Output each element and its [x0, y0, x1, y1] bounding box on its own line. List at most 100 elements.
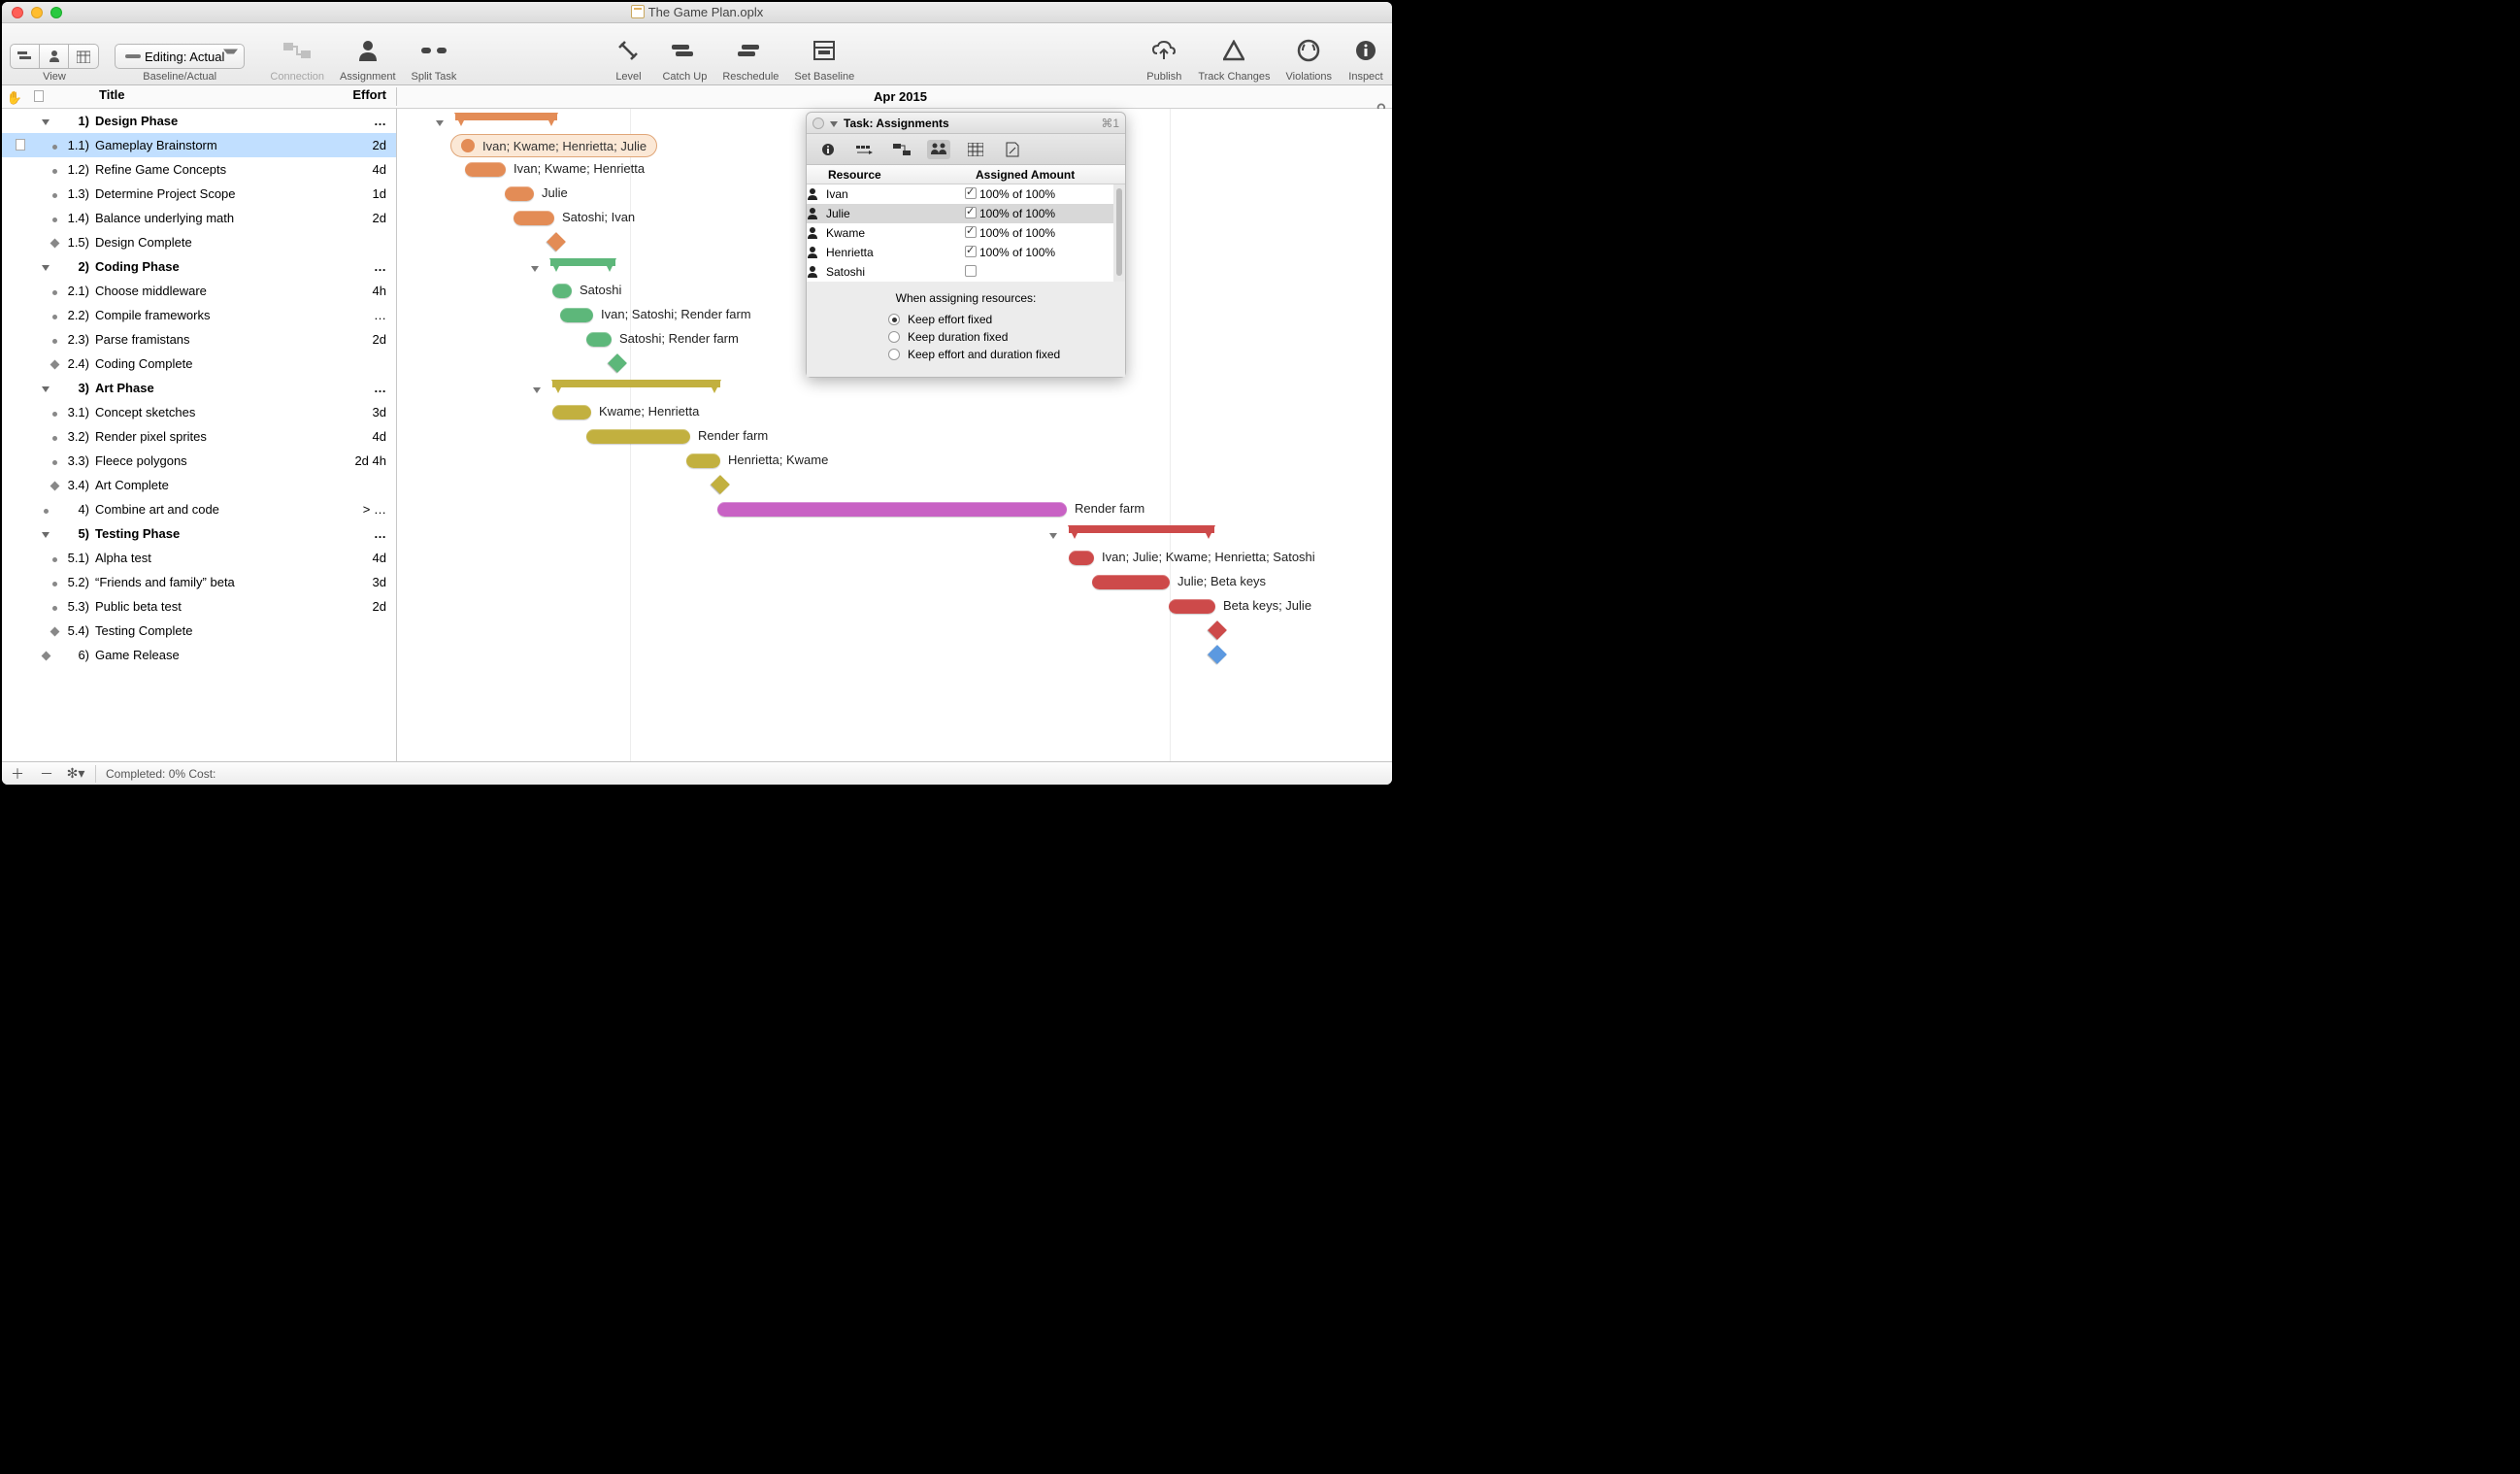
disclosure-icon[interactable] [33, 332, 58, 347]
task-title[interactable]: Combine art and code [95, 502, 346, 517]
task-row[interactable]: 2.2)Compile frameworks… [2, 303, 396, 327]
disclosure-icon[interactable] [33, 211, 58, 225]
task-row[interactable]: 5.4)Testing Complete [2, 619, 396, 643]
level-button[interactable]: Level [610, 32, 647, 83]
task-title[interactable]: Game Release [95, 648, 346, 662]
task-effort[interactable]: 3d [346, 405, 396, 419]
task-row[interactable]: 5.1)Alpha test4d [2, 546, 396, 570]
hand-column-icon[interactable]: ✋ [2, 87, 27, 106]
inspector-resource-row[interactable]: Julie100% of 100% [807, 204, 1113, 223]
inspector-resource-row[interactable]: Satoshi [807, 262, 1113, 282]
gantt-bar[interactable] [686, 453, 720, 468]
resource-checkbox[interactable] [962, 246, 979, 260]
inspector-opt-duration[interactable]: Keep duration fixed [820, 328, 1111, 346]
task-title[interactable]: Compile frameworks [95, 308, 346, 322]
task-effort[interactable]: 4d [346, 551, 396, 565]
inspector-col-resource[interactable]: Resource [807, 168, 962, 182]
task-effort[interactable]: … [346, 381, 396, 395]
task-effort[interactable]: 2d [346, 599, 396, 614]
connection-button[interactable]: Connection [270, 32, 324, 83]
task-title[interactable]: Fleece polygons [95, 453, 346, 468]
remove-button[interactable]: － [37, 765, 56, 783]
disclosure-icon[interactable] [33, 284, 58, 298]
gantt-bar[interactable] [552, 284, 572, 298]
task-title[interactable]: Concept sketches [95, 405, 346, 419]
task-row[interactable]: 3.1)Concept sketches3d [2, 400, 396, 424]
disclosure-icon[interactable] [33, 526, 58, 541]
task-row[interactable]: 5)Testing Phase… [2, 521, 396, 546]
gantt-bar[interactable] [514, 211, 554, 225]
disclosure-icon[interactable] [33, 162, 58, 177]
disclosure-icon[interactable] [33, 356, 58, 371]
inspector-col-amount[interactable]: Assigned Amount [962, 168, 1125, 182]
task-row[interactable]: 2)Coding Phase… [2, 254, 396, 279]
disclosure-icon[interactable] [33, 599, 58, 614]
task-row[interactable]: 1.5)Design Complete [2, 230, 396, 254]
gantt-bar[interactable] [1169, 599, 1215, 614]
radio-icon[interactable] [888, 314, 900, 325]
task-effort[interactable]: > … [346, 502, 396, 517]
disclosure-icon[interactable] [33, 551, 58, 565]
gantt-bar[interactable] [586, 429, 690, 444]
inspector-resource-row[interactable]: Henrietta100% of 100% [807, 243, 1113, 262]
task-title[interactable]: Refine Game Concepts [95, 162, 346, 177]
task-effort[interactable]: 2d 4h [346, 453, 396, 468]
inspector-resource-row[interactable]: Kwame100% of 100% [807, 223, 1113, 243]
task-row[interactable]: 1)Design Phase… [2, 109, 396, 133]
task-row[interactable]: 1.4)Balance underlying math2d [2, 206, 396, 230]
task-title[interactable]: Determine Project Scope [95, 186, 346, 201]
disclosure-icon[interactable] [33, 648, 58, 662]
inspector-tab-assignments-icon[interactable] [927, 140, 950, 159]
task-title[interactable]: Coding Phase [95, 259, 346, 274]
gantt-bar[interactable] [465, 162, 506, 177]
assignment-button[interactable]: Assignment [340, 32, 395, 83]
effort-column[interactable]: Effort [324, 87, 396, 106]
task-row[interactable]: 6)Game Release [2, 643, 396, 667]
view-gantt-icon[interactable] [11, 45, 40, 68]
task-row[interactable]: 5.2)“Friends and family” beta3d [2, 570, 396, 594]
disclosure-icon[interactable] [33, 453, 58, 468]
task-title[interactable]: Render pixel sprites [95, 429, 346, 444]
set-baseline-button[interactable]: Set Baseline [794, 32, 854, 83]
task-title[interactable]: Testing Complete [95, 623, 346, 638]
task-title[interactable]: Art Complete [95, 478, 346, 492]
task-row[interactable]: 3.4)Art Complete [2, 473, 396, 497]
task-effort[interactable]: 4d [346, 429, 396, 444]
gantt-group-disclosure[interactable] [1049, 527, 1057, 542]
inspector-close-icon[interactable] [812, 117, 824, 129]
gantt-bar[interactable] [1069, 551, 1094, 565]
task-row[interactable]: 4)Combine art and code> … [2, 497, 396, 521]
task-title[interactable]: Public beta test [95, 599, 346, 614]
radio-icon[interactable] [888, 331, 900, 343]
disclosure-icon[interactable] [33, 381, 58, 395]
task-row[interactable]: 2.4)Coding Complete [2, 352, 396, 376]
disclosure-icon[interactable] [33, 259, 58, 274]
disclosure-icon[interactable] [33, 575, 58, 589]
task-effort[interactable]: … [346, 526, 396, 541]
gantt-group-disclosure[interactable] [531, 260, 539, 275]
task-title[interactable]: Parse framistans [95, 332, 346, 347]
gantt-bar[interactable] [717, 502, 1067, 517]
gantt-group-bar[interactable] [455, 113, 557, 126]
task-row[interactable]: 2.3)Parse framistans2d [2, 327, 396, 352]
resource-checkbox[interactable] [962, 265, 979, 280]
task-effort[interactable]: 3d [346, 575, 396, 589]
disclosure-icon[interactable] [33, 308, 58, 322]
task-effort[interactable]: 4d [346, 162, 396, 177]
inspector-opt-effort[interactable]: Keep effort fixed [820, 311, 1111, 328]
resource-checkbox[interactable] [962, 207, 979, 221]
task-row[interactable]: 1.1)Gameplay Brainstorm2d [2, 133, 396, 157]
gantt-bar[interactable] [1092, 575, 1170, 589]
gantt-group-bar[interactable] [552, 380, 720, 393]
inspector-tab-schedule-icon[interactable] [853, 140, 877, 159]
task-effort[interactable]: 4h [346, 284, 396, 298]
inspector-tab-notes-icon[interactable] [1001, 140, 1024, 159]
task-title[interactable]: Coding Complete [95, 356, 346, 371]
task-outline[interactable]: 1)Design Phase…1.1)Gameplay Brainstorm2d… [2, 109, 397, 761]
task-title[interactable]: Design Complete [95, 235, 346, 250]
gantt-bar-selected[interactable]: Ivan; Kwame; Henrietta; Julie [450, 134, 657, 157]
resource-checkbox[interactable] [962, 187, 979, 202]
disclosure-icon[interactable] [33, 429, 58, 444]
publish-button[interactable]: Publish [1145, 32, 1182, 83]
inspector-resource-list[interactable]: Ivan100% of 100%Julie100% of 100%Kwame10… [807, 184, 1125, 282]
